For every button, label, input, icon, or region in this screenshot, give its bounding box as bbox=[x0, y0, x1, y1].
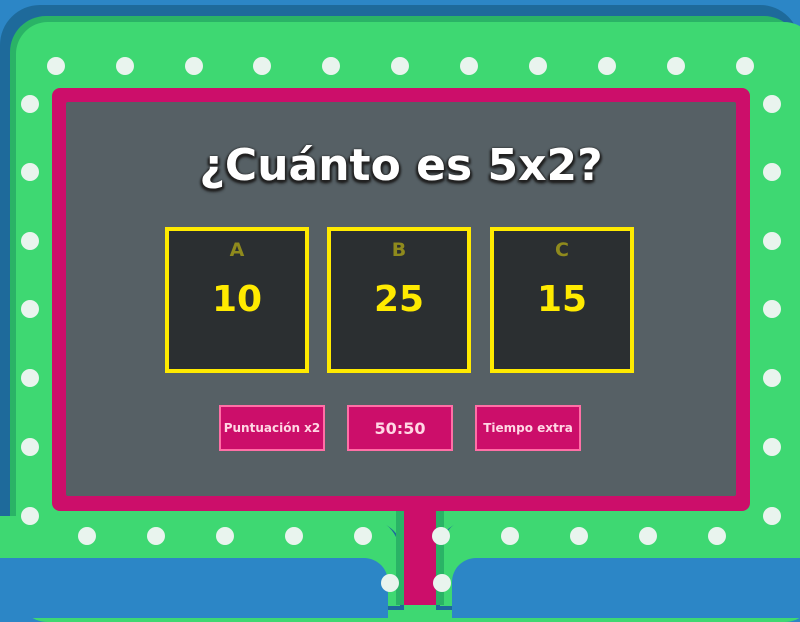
marquee-light bbox=[667, 57, 685, 75]
frame-stem-pink bbox=[404, 505, 436, 605]
marquee-light bbox=[432, 527, 450, 545]
marquee-light bbox=[708, 527, 726, 545]
marquee-light bbox=[354, 527, 372, 545]
answer-option-c[interactable]: C 15 bbox=[490, 227, 634, 373]
marquee-light bbox=[763, 507, 781, 525]
marquee-light bbox=[21, 507, 39, 525]
marquee-light bbox=[216, 527, 234, 545]
question-text: ¿Cuánto es 5x2? bbox=[199, 140, 603, 191]
answer-option-b[interactable]: B 25 bbox=[327, 227, 471, 373]
marquee-light bbox=[322, 57, 340, 75]
answer-value: 15 bbox=[536, 279, 588, 320]
marquee-light bbox=[598, 57, 616, 75]
fifty-fifty-button[interactable]: 50:50 bbox=[347, 405, 453, 451]
marquee-light bbox=[381, 574, 399, 592]
frame-stem-left-blue bbox=[0, 558, 388, 618]
marquee-light bbox=[285, 527, 303, 545]
marquee-light bbox=[21, 438, 39, 456]
marquee-light bbox=[763, 438, 781, 456]
marquee-light bbox=[47, 57, 65, 75]
answer-value: 10 bbox=[211, 279, 263, 320]
marquee-light bbox=[21, 95, 39, 113]
marquee-light bbox=[116, 57, 134, 75]
marquee-light bbox=[501, 527, 519, 545]
marquee-light bbox=[763, 300, 781, 318]
marquee-light bbox=[253, 57, 271, 75]
marquee-light bbox=[529, 57, 547, 75]
marquee-light bbox=[763, 369, 781, 387]
answer-letter: B bbox=[391, 239, 407, 261]
double-score-button[interactable]: Puntuación x2 bbox=[219, 405, 325, 451]
marquee-light bbox=[736, 57, 754, 75]
marquee-light bbox=[21, 232, 39, 250]
answer-letter: A bbox=[229, 239, 245, 261]
answer-value: 25 bbox=[373, 279, 425, 320]
marquee-light bbox=[460, 57, 478, 75]
answer-letter: C bbox=[555, 239, 569, 261]
marquee-light bbox=[570, 527, 588, 545]
answer-option-a[interactable]: A 10 bbox=[165, 227, 309, 373]
marquee-light bbox=[21, 369, 39, 387]
marquee-light bbox=[21, 163, 39, 181]
marquee-light bbox=[78, 527, 96, 545]
marquee-light bbox=[391, 57, 409, 75]
extra-time-button[interactable]: Tiempo extra bbox=[475, 405, 581, 451]
marquee-light bbox=[763, 163, 781, 181]
marquee-light bbox=[21, 300, 39, 318]
marquee-light bbox=[763, 95, 781, 113]
marquee-light bbox=[639, 527, 657, 545]
frame-stem-right-blue bbox=[452, 558, 800, 618]
marquee-light bbox=[763, 232, 781, 250]
marquee-light bbox=[433, 574, 451, 592]
marquee-light bbox=[147, 527, 165, 545]
marquee-light bbox=[185, 57, 203, 75]
